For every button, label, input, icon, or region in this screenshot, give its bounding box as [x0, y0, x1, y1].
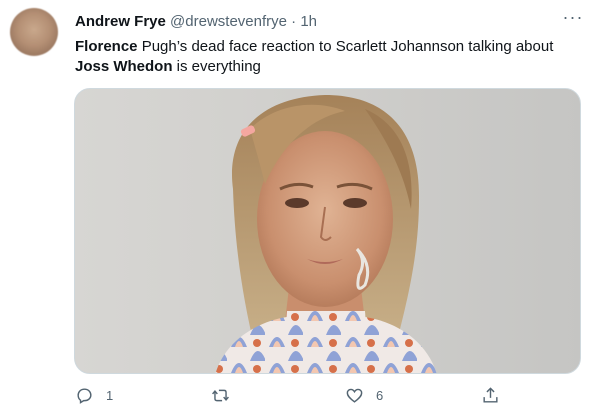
tweet-text: Florence Pugh’s dead face reaction to Sc… [75, 37, 575, 77]
more-horizontal-icon[interactable]: ··· [562, 8, 584, 31]
retweet-button[interactable] [211, 383, 242, 407]
author-handle[interactable]: @drewstevenfrye [170, 13, 287, 30]
share-icon [483, 386, 498, 403]
reply-icon [77, 387, 92, 404]
tweet-text-part: Joss Whedon [75, 58, 173, 75]
tweet-text-part: Pugh’s dead face reaction to Scarlett Jo… [137, 38, 554, 55]
like-count: 6 [376, 387, 384, 403]
avatar[interactable] [10, 8, 58, 56]
tweet-actions: 1 6 [0, 383, 599, 407]
timestamp[interactable]: 1h [300, 13, 317, 30]
author-name[interactable]: Andrew Frye [75, 13, 166, 30]
video-media[interactable] [74, 88, 581, 374]
separator-dot: · [291, 13, 297, 30]
reply-count: 1 [106, 387, 114, 403]
heart-icon [346, 388, 363, 403]
tweet-header: Andrew Frye @drewstevenfrye · 1h [75, 12, 317, 32]
video-frame [75, 89, 580, 373]
share-button[interactable] [481, 383, 500, 407]
reply-button[interactable]: 1 [75, 383, 113, 407]
tweet-text-part: is everything [172, 58, 261, 75]
retweet-icon [212, 389, 229, 401]
like-button[interactable]: 6 [345, 383, 383, 407]
tweet-text-part: Florence [75, 38, 138, 55]
